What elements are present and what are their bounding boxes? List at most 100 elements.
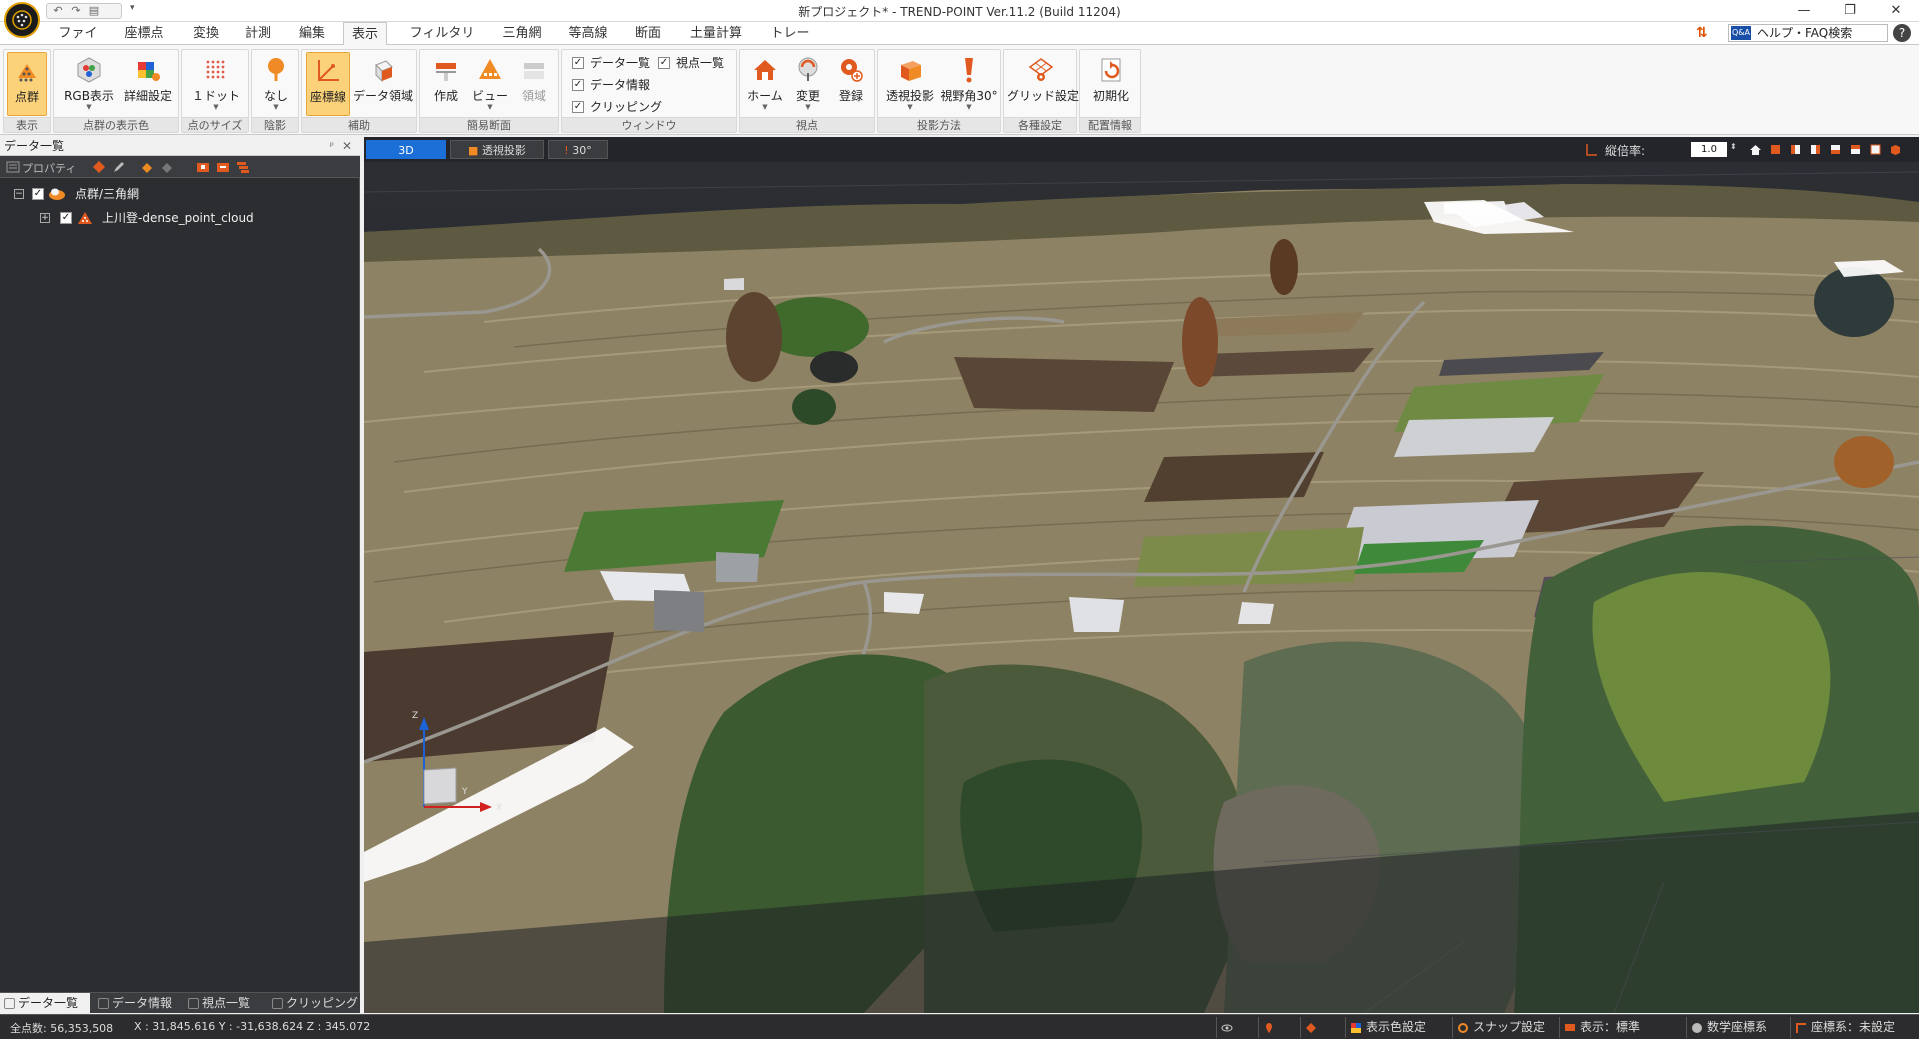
save-icon[interactable]: ▤ [87,5,101,17]
grid-settings-button[interactable]: グリッド設定 [1007,52,1079,116]
point-cloud-scene[interactable]: Z X Y [364,162,1919,1013]
quick-access-dropdown-icon[interactable]: ▾ [130,3,135,13]
menu-transform[interactable]: 変換 [188,22,224,45]
section-area-label: 領域 [521,89,546,103]
snap-toggle[interactable] [1300,1017,1340,1038]
tab-perspective[interactable]: ■ 透視投影 [450,140,544,159]
tab-data-info[interactable]: データ情報 [94,993,180,1014]
help-icon[interactable]: ? [1893,24,1911,42]
properties-icon[interactable] [6,160,20,174]
expand-icon[interactable]: + [40,213,50,223]
home-view-button[interactable]: ホーム ▼ [744,52,786,116]
detail-settings-button[interactable]: 詳細設定 [120,52,176,116]
coordinate-system-button[interactable]: 座標系：未設定 [1790,1017,1918,1038]
view-bottom-icon[interactable] [1869,143,1882,156]
dropdown-caret-icon: ▼ [273,103,279,111]
tab-data-list[interactable]: データ一覧 [0,993,90,1014]
perspective-button[interactable]: 透視投影 ▼ [882,52,938,116]
diamond-icon[interactable] [92,160,106,174]
redo-icon[interactable]: ↷ [69,5,83,17]
layers-off-icon[interactable] [160,160,174,174]
axis-lines-button[interactable]: 座標線 [306,52,350,116]
tree-item-pointcloud-root[interactable]: − ✓ 点群/三角網 [0,183,360,205]
pointcloud-label: 点群 [14,90,39,104]
tree-item-dense-point-cloud[interactable]: + ✓ 上川登-dense_point_cloud [0,207,360,229]
properties-label[interactable]: プロパティ [22,160,76,176]
collapse-icon[interactable]: − [14,189,24,199]
group-window: ✓ データ一覧 ✓ 視点一覧 ✓ データ情報 ✓ クリッピング ウィンドウ [561,49,737,133]
app-logo-icon[interactable] [4,2,40,38]
panel-close-button[interactable]: ✕ [342,137,352,156]
dropdown-caret-icon: ▼ [86,103,92,111]
tab-3d[interactable]: 3D [366,140,446,159]
stack-icon[interactable] [236,160,250,174]
section-create-button[interactable]: 作成 [426,52,466,116]
maximize-button[interactable]: ❐ [1827,0,1873,22]
snap-settings-button[interactable]: スナップ設定 [1452,1017,1552,1038]
view-left-icon[interactable] [1809,143,1822,156]
help-search-input[interactable]: Q&A ヘルプ・FAQ検索 [1728,24,1888,42]
remove-folder-icon[interactable] [216,160,230,174]
minimize-button[interactable]: — [1781,0,1827,22]
layers-icon[interactable] [140,160,154,174]
rgb-display-button[interactable]: RGB表示 ▼ [62,52,116,116]
menu-file[interactable]: ファイル [56,22,100,64]
sort-arrows-icon[interactable]: ⇅ [1696,25,1708,41]
pin-icon[interactable]: ᵖ [330,137,334,156]
view-back-icon[interactable] [1789,143,1802,156]
menu-edit[interactable]: 編集 [294,22,330,45]
tree-checkbox[interactable]: ✓ [32,188,44,200]
menu-section[interactable]: 断面 [630,22,666,45]
menu-contour[interactable]: 等高線 [564,22,612,45]
menu-filtering[interactable]: フィルタリング [404,22,480,64]
tree-checkbox[interactable]: ✓ [60,212,72,224]
change-view-button[interactable]: 変更 ▼ [788,52,828,116]
pen-icon[interactable] [112,160,126,174]
math-coordinate-system-button[interactable]: 数学座標系 [1686,1017,1786,1038]
dot-size-button[interactable]: １ドット ▼ [190,52,242,116]
stepper-icon[interactable]: ⬍ [1730,142,1737,151]
view-top-icon[interactable] [1849,143,1862,156]
shade-none-button[interactable]: なし ▼ [256,52,296,116]
menu-earthwork[interactable]: 土量計算 [686,22,746,45]
pointcloud-file-icon [78,212,92,224]
close-button[interactable]: ✕ [1873,0,1919,22]
status-bar: 全点数: 56,353,508 X : 31,845.616 Y : -31,6… [0,1014,1919,1039]
eye-toggle[interactable] [1216,1017,1256,1038]
section-view-button[interactable]: ビュー ▼ [470,52,510,116]
menu-measure[interactable]: 計測 [240,22,276,45]
register-view-button[interactable]: 登録 [830,52,872,116]
menu-view[interactable]: 表示 [343,22,387,46]
initialize-button[interactable]: 初期化 [1084,52,1138,116]
tab-clipping[interactable]: クリッピング [268,993,358,1014]
section-area-button[interactable]: 領域 [514,52,554,116]
vertical-scale-input[interactable]: 1.0 [1691,142,1727,157]
checkbox-icon: ✓ [572,79,584,91]
view-iso-icon[interactable] [1889,143,1902,156]
check-view-list[interactable]: ✓ 視点一覧 [658,54,724,72]
tab-fov[interactable]: ! 30° [548,140,608,159]
view-front-icon[interactable] [1769,143,1782,156]
check-data-info[interactable]: ✓ データ情報 [572,76,650,94]
menu-trace[interactable]: トレース [766,22,814,64]
menu-triangulation[interactable]: 三角網 [498,22,546,45]
tab-view-list[interactable]: 視点一覧 [184,993,264,1014]
data-area-button[interactable]: データ領域 [352,52,414,116]
pin-toggle[interactable] [1258,1017,1298,1038]
group-caption: ウィンドウ [562,117,736,132]
undo-icon[interactable]: ↶ [51,5,65,17]
dropdown-caret-icon: ▼ [762,103,768,111]
check-data-list[interactable]: ✓ データ一覧 [572,54,650,72]
color-settings-button[interactable]: 表示色設定 [1345,1017,1445,1038]
snap-icon [1306,1023,1316,1033]
add-folder-icon[interactable] [196,160,210,174]
pointcloud-button[interactable]: 点群 [7,52,47,116]
display-mode-button[interactable]: 表示：標準 [1559,1017,1661,1038]
fov-button[interactable]: 視野角30° ▼ [940,52,998,116]
view-right-icon[interactable] [1829,143,1842,156]
menu-coordinates[interactable]: 座標点 [120,22,168,45]
home-small-icon[interactable] [1749,143,1762,156]
3d-viewer[interactable]: 3D ■ 透視投影 ! 30° 縦倍率: 1.0 ⬍ Z X Y [364,137,1919,1013]
panel-title: データ一覧 ᵖ ✕ [0,137,360,156]
check-clipping[interactable]: ✓ クリッピング [572,98,662,116]
